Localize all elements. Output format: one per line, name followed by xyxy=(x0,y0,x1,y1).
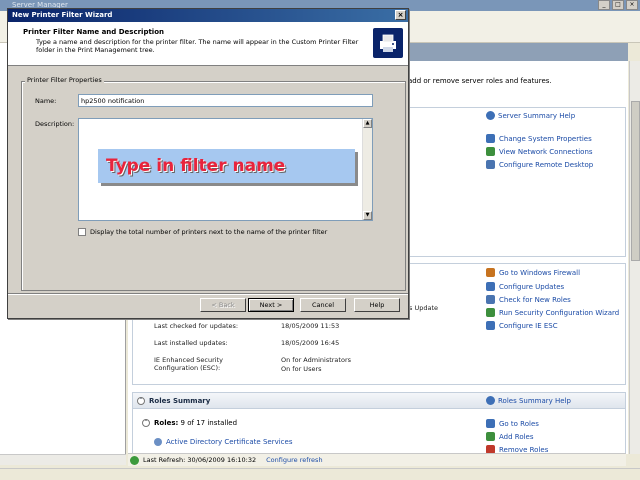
system-properties-icon xyxy=(486,134,495,143)
checkbox-label: Display the total number of printers nex… xyxy=(90,228,328,236)
link-label: Add Roles xyxy=(499,432,534,441)
server-summary-help-link[interactable]: Server Summary Help xyxy=(486,111,575,120)
help-icon xyxy=(486,396,495,405)
link-label: Run Security Configuration Wizard xyxy=(499,308,620,317)
roles-count-value: 9 of 17 installed xyxy=(180,419,238,427)
change-system-properties-link[interactable]: Change System Properties xyxy=(486,134,592,143)
vertical-scrollbar[interactable] xyxy=(629,61,640,454)
link-label: Configure Updates xyxy=(499,282,565,291)
filter-name-input[interactable] xyxy=(78,94,373,107)
ie-esc-value-users: On for Users xyxy=(281,365,322,373)
link-label: Configure IE ESC xyxy=(499,321,558,330)
link-label: Go to Roles xyxy=(499,419,539,428)
remote-desktop-icon xyxy=(486,160,495,169)
go-to-roles-link[interactable]: Go to Roles xyxy=(486,419,539,428)
role-item-label: Active Directory Certificate Services xyxy=(166,438,293,446)
add-roles-link[interactable]: Add Roles xyxy=(486,432,534,441)
scroll-down-icon[interactable]: ▼ xyxy=(363,211,372,220)
help-button[interactable]: Help xyxy=(354,298,400,312)
intro-text: add or remove server roles and features. xyxy=(408,77,552,85)
display-total-printers-option[interactable]: Display the total number of printers nex… xyxy=(78,228,327,236)
wizard-close-button[interactable]: × xyxy=(395,10,406,20)
back-button[interactable]: < Back xyxy=(200,298,246,312)
roles-summary-help-link[interactable]: Roles Summary Help xyxy=(486,396,571,405)
scroll-thumb[interactable] xyxy=(631,101,640,261)
check-for-new-roles-link[interactable]: Check for New Roles xyxy=(486,295,571,304)
roles-summary-title: Roles Summary xyxy=(149,397,211,405)
last-installed-value: 18/05/2009 16:45 xyxy=(281,339,340,347)
configure-refresh-link[interactable]: Configure refresh xyxy=(266,456,322,464)
last-checked-label: Last checked for updates: xyxy=(154,322,239,330)
printer-icon xyxy=(373,28,403,58)
refresh-bar: Last Refresh: 30/06/2009 16:10:32 Config… xyxy=(128,453,626,466)
roles-collapse-icon[interactable]: ˄ xyxy=(142,419,150,427)
scroll-up-icon[interactable]: ▲ xyxy=(363,119,372,128)
group-legend: Printer Filter Properties xyxy=(25,76,104,84)
minimize-button[interactable]: _ xyxy=(598,0,610,10)
cancel-button[interactable]: Cancel xyxy=(300,298,346,312)
configure-remote-desktop-link[interactable]: Configure Remote Desktop xyxy=(486,160,593,169)
description-label: Description: xyxy=(35,120,75,128)
configure-updates-link[interactable]: Configure Updates xyxy=(486,282,564,291)
ie-esc-icon xyxy=(486,321,495,330)
role-icon xyxy=(154,438,162,446)
collapse-icon[interactable]: ˄ xyxy=(137,397,145,405)
last-checked-value: 18/05/2009 11:53 xyxy=(281,322,340,330)
wizard-header: Printer Filter Name and Description Type… xyxy=(8,22,408,66)
updates-icon xyxy=(486,282,495,291)
wizard-step-description: Type a name and description for the prin… xyxy=(36,38,359,54)
link-label: Change System Properties xyxy=(499,134,592,143)
roles-count: Roles: 9 of 17 installed xyxy=(154,419,237,427)
ie-esc-label: IE Enhanced Security Configuration (ESC)… xyxy=(154,356,223,372)
wizard-step-title: Printer Filter Name and Description xyxy=(23,28,165,36)
close-button[interactable]: × xyxy=(626,0,638,10)
link-label: View Network Connections xyxy=(499,147,593,156)
display-total-printers-checkbox[interactable] xyxy=(78,228,86,236)
updates-fragment: s Update xyxy=(409,304,438,312)
roles-check-icon xyxy=(486,295,495,304)
run-security-configuration-wizard-link[interactable]: Run Security Configuration Wizard xyxy=(486,308,619,317)
refresh-icon[interactable] xyxy=(130,455,139,465)
callout-text: Type in filter name xyxy=(106,156,286,176)
description-scrollbar[interactable]: ▲ ▼ xyxy=(362,119,372,220)
wizard-title-bar[interactable]: New Printer Filter Wizard × xyxy=(8,9,408,22)
last-installed-label: Last installed updates: xyxy=(154,339,228,347)
firewall-icon xyxy=(486,268,495,277)
roles-label: Roles: xyxy=(154,419,179,427)
go-to-windows-firewall-link[interactable]: Go to Windows Firewall xyxy=(486,268,580,277)
go-to-roles-icon xyxy=(486,419,495,428)
link-label: Configure Remote Desktop xyxy=(499,160,594,169)
ie-esc-value-admins: On for Administrators xyxy=(281,356,352,364)
network-icon xyxy=(486,147,495,156)
server-summary-help-label: Server Summary Help xyxy=(498,111,576,120)
window-controls: _ □ × xyxy=(598,0,638,10)
link-label: Go to Windows Firewall xyxy=(499,268,581,277)
add-roles-icon xyxy=(486,432,495,441)
status-bar xyxy=(0,468,640,480)
next-button[interactable]: Next > xyxy=(248,298,294,312)
wizard-title: New Printer Filter Wizard xyxy=(12,11,113,19)
tree-horizontal-scrollbar[interactable] xyxy=(0,454,126,465)
last-refresh-text: Last Refresh: 30/06/2009 16:10:32 xyxy=(143,456,257,464)
role-item-adcs[interactable]: Active Directory Certificate Services xyxy=(154,438,292,446)
roles-summary-help-label: Roles Summary Help xyxy=(498,396,571,405)
view-network-connections-link[interactable]: View Network Connections xyxy=(486,147,593,156)
maximize-button[interactable]: □ xyxy=(612,0,624,10)
link-label: Check for New Roles xyxy=(499,295,571,304)
tutorial-callout: Type in filter name xyxy=(98,149,355,183)
security-wizard-icon xyxy=(486,308,495,317)
configure-ie-esc-link[interactable]: Configure IE ESC xyxy=(486,321,558,330)
help-icon xyxy=(486,111,495,120)
name-label: Name: xyxy=(35,97,57,105)
button-separator xyxy=(8,293,408,295)
